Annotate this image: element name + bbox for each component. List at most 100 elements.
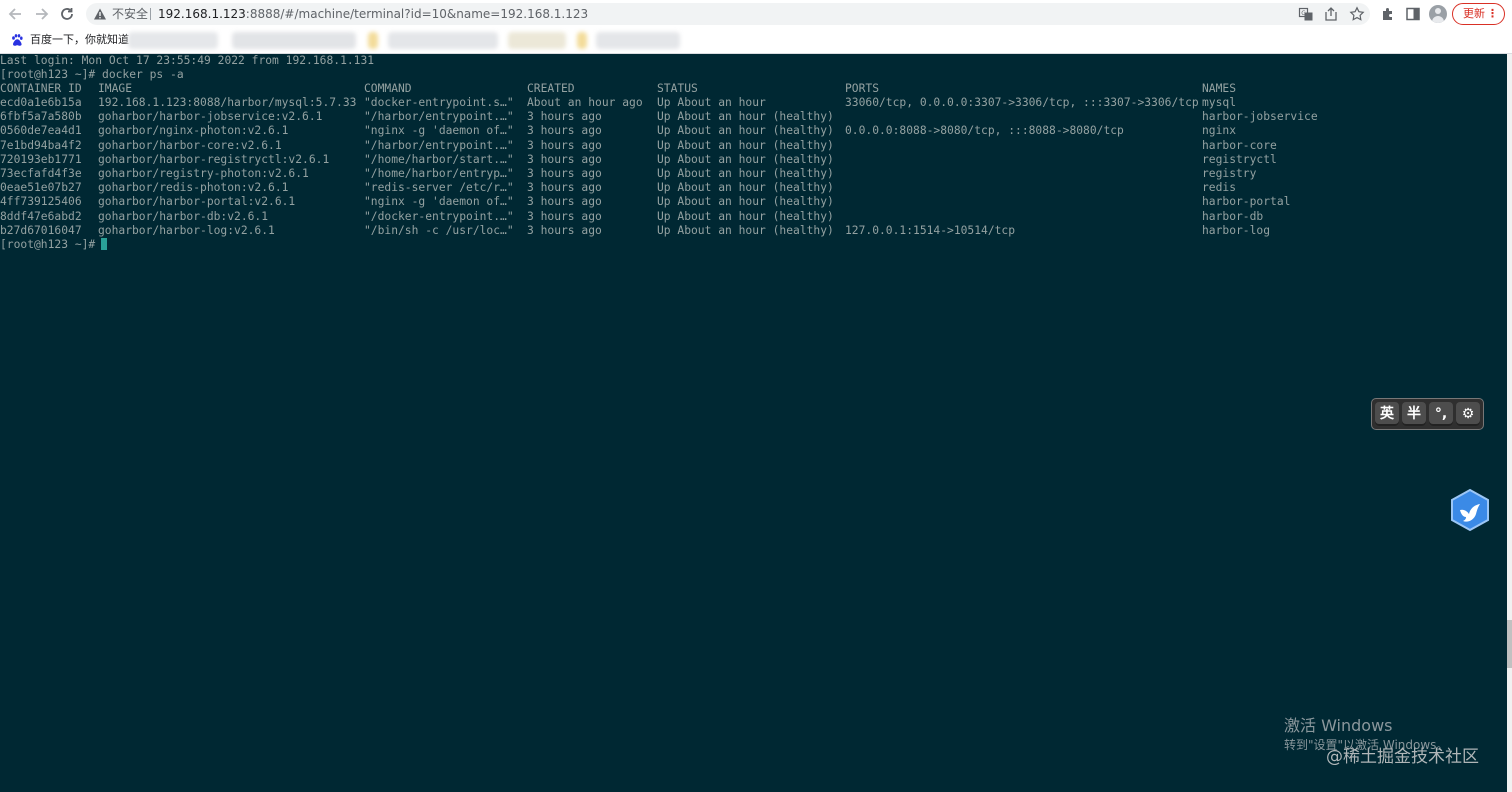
table-header-row: CONTAINER ID IMAGE COMMAND CREATED STATU…: [0, 82, 1507, 96]
command-cell: "/bin/sh -c /usr/loc…": [364, 223, 514, 237]
assistant-bird-icon[interactable]: [1449, 488, 1491, 532]
container-id-cell: b27d67016047: [0, 223, 82, 237]
status-cell: Up About an hour (healthy): [657, 181, 834, 195]
activate-windows-title: 激活 Windows: [1284, 716, 1393, 735]
image-cell: goharbor/nginx-photon:v2.6.1: [98, 124, 289, 138]
side-panel-icon[interactable]: [1404, 5, 1422, 23]
names-cell: nginx: [1202, 124, 1237, 138]
translate-icon[interactable]: G: [1298, 6, 1314, 22]
terminal-window[interactable]: Last login: Mon Oct 17 23:55:49 2022 fro…: [0, 54, 1507, 792]
status-cell: Up About an hour (healthy): [657, 152, 834, 166]
table-row: ecd0a1e6b15a 192.168.1.123:8088/harbor/my…: [0, 96, 1507, 110]
blurred-bookmark[interactable]: [596, 32, 680, 49]
names-cell: harbor-core: [1202, 138, 1277, 152]
names-cell: harbor-log: [1202, 223, 1271, 237]
status-cell: Up About an hour (healthy): [657, 110, 834, 124]
blurred-bookmark[interactable]: [508, 32, 566, 49]
table-row: b27d67016047 goharbor/harbor-log:v2.6.1 "/…: [0, 224, 1507, 238]
table-row: 6fbf5a7a580b goharbor/harbor-jobservice:v…: [0, 110, 1507, 124]
created-cell: About an hour ago: [527, 96, 643, 109]
scrollbar-thumb[interactable]: [1507, 620, 1512, 668]
table-row: 73ecfafd4f3e goharbor/registry-photon:v2.…: [0, 167, 1507, 181]
command-cell: "nginx -g 'daemon of…": [364, 124, 514, 138]
update-label: 更新: [1463, 7, 1485, 20]
profile-icon[interactable]: [1429, 5, 1447, 23]
address-bar[interactable]: 不安全 192.168.1.123:8888/#/machine/termina…: [86, 3, 1370, 25]
forward-icon[interactable]: [31, 4, 51, 24]
table-row: 0560de7ea4d1 goharbor/nginx-photon:v2.6.1…: [0, 124, 1507, 138]
extensions-icon[interactable]: [1379, 5, 1397, 23]
url-text[interactable]: 192.168.1.123:8888/#/machine/terminal?id…: [158, 6, 588, 22]
ime-language-toggle[interactable]: 英: [1375, 402, 1399, 426]
status-cell: Up About an hour (healthy): [657, 209, 834, 223]
ime-punctuation-toggle[interactable]: °,: [1429, 402, 1453, 426]
blurred-bookmark[interactable]: [388, 32, 498, 49]
column-header: STATUS: [657, 82, 698, 95]
container-id-cell: 720193eb1771: [0, 152, 82, 166]
names-cell: redis: [1202, 181, 1237, 195]
created-cell: 3 hours ago: [527, 223, 602, 237]
insecure-label[interactable]: 不安全: [112, 6, 148, 22]
star-icon[interactable]: [1349, 6, 1365, 22]
ports-cell: 127.0.0.1:1514->10514/tcp: [845, 223, 1016, 237]
names-cell: harbor-jobservice: [1202, 110, 1318, 124]
page-scrollbar[interactable]: [1507, 54, 1512, 792]
created-cell: 3 hours ago: [527, 167, 602, 180]
ime-toolbar[interactable]: 英 半 °, ⚙: [1371, 398, 1484, 430]
image-cell: 192.168.1.123:8088/harbor/mysql:5.7.33: [98, 96, 357, 109]
back-icon[interactable]: [6, 4, 26, 24]
names-cell: harbor-db: [1202, 209, 1264, 223]
names-cell: registry: [1202, 167, 1257, 180]
table-row: 720193eb1771 goharbor/harbor-registryctl:…: [0, 153, 1507, 167]
blurred-bookmark[interactable]: [232, 32, 356, 49]
bookmark-baidu[interactable]: 百度一下，你就知道: [30, 33, 129, 47]
ime-settings-icon[interactable]: ⚙: [1456, 402, 1480, 426]
container-id-cell: 8ddf47e6abd2: [0, 209, 82, 223]
created-cell: 3 hours ago: [527, 152, 602, 166]
warning-icon[interactable]: [93, 7, 107, 21]
container-id-cell: ecd0a1e6b15a: [0, 96, 82, 109]
update-button[interactable]: 更新 ⋮: [1452, 3, 1505, 25]
svg-text:G: G: [1301, 10, 1306, 17]
status-cell: Up About an hour (healthy): [657, 124, 834, 138]
created-cell: 3 hours ago: [527, 110, 602, 124]
menu-icon: ⋮: [1487, 7, 1498, 20]
image-cell: goharbor/redis-photon:v2.6.1: [98, 181, 289, 195]
last-login-line: Last login: Mon Oct 17 23:55:49 2022 fro…: [0, 54, 375, 67]
table-row: 7e1bd94ba4f2 goharbor/harbor-core:v2.6.1 "…: [0, 139, 1507, 153]
table-row: 0eae51e07b27 goharbor/redis-photon:v2.6.1…: [0, 181, 1507, 195]
names-cell: harbor-portal: [1202, 195, 1291, 209]
terminal-cursor: [101, 238, 108, 250]
status-cell: Up About an hour (healthy): [657, 223, 834, 237]
command-cell: "/home/harbor/start.…": [364, 152, 514, 166]
reload-icon[interactable]: [57, 4, 77, 24]
bookmarks-bar: 百度一下，你就知道: [0, 28, 1512, 54]
command-line: [root@h123 ~]# docker ps -a: [0, 68, 184, 81]
url-path: :8888/#/machine/terminal?id=10&name=192.…: [245, 7, 589, 21]
column-header: NAMES: [1202, 82, 1237, 95]
column-header: CREATED: [527, 82, 575, 95]
share-icon[interactable]: [1323, 6, 1339, 22]
status-cell: Up About an hour (healthy): [657, 195, 834, 209]
prompt-text: [root@h123 ~]#: [0, 238, 96, 251]
site-watermark: @稀土掘金技术社区: [1326, 747, 1479, 767]
image-cell: goharbor/harbor-db:v2.6.1: [98, 209, 269, 223]
blurred-bookmark[interactable]: [128, 32, 218, 49]
blurred-bookmark-icon: [368, 32, 378, 49]
status-cell: Up About an hour: [657, 96, 766, 109]
names-cell: registryctl: [1202, 152, 1277, 166]
names-cell: mysql: [1202, 96, 1237, 109]
url-host: 192.168.1.123: [158, 7, 246, 21]
container-id-cell: 73ecfafd4f3e: [0, 167, 82, 180]
container-id-cell: 7e1bd94ba4f2: [0, 138, 82, 152]
column-header: PORTS: [845, 82, 880, 95]
ports-cell: 0.0.0.0:8088->8080/tcp, :::8088->8080/tc…: [845, 124, 1124, 138]
prompt-line: [root@h123 ~]#: [0, 238, 108, 252]
ime-width-toggle[interactable]: 半: [1402, 402, 1426, 426]
status-cell: Up About an hour (healthy): [657, 138, 834, 152]
created-cell: 3 hours ago: [527, 138, 602, 152]
image-cell: goharbor/harbor-log:v2.6.1: [98, 223, 275, 237]
image-cell: goharbor/harbor-jobservice:v2.6.1: [98, 110, 323, 124]
created-cell: 3 hours ago: [527, 124, 602, 138]
column-header: IMAGE: [98, 82, 133, 95]
